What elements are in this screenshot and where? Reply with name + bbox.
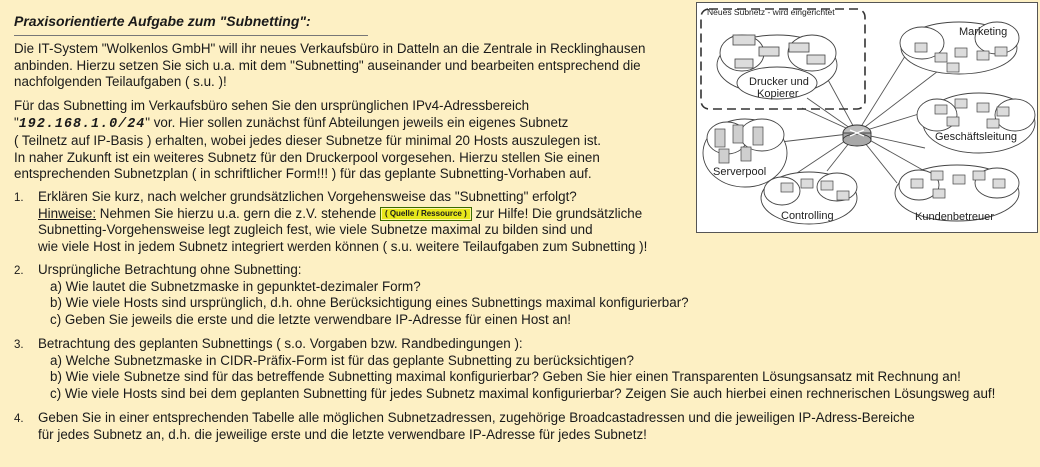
printer-label-1: Drucker und <box>749 76 809 88</box>
intro-paragraph: Die IT-System "Wolkenlos GmbH" will ihr … <box>14 41 645 91</box>
scenario-line-ip: "192.168.1.0/24" vor. Hier sollen zunäch… <box>14 115 601 134</box>
task-3: 3. Betrachtung des geplanten Subnettings… <box>14 336 995 402</box>
task-number: 1. <box>14 192 24 204</box>
title-rule <box>14 35 368 36</box>
management-label: Geschäftsleitung <box>935 131 1017 143</box>
hint-label: Hinweise: <box>38 205 97 221</box>
task-line: Geben Sie in einer entsprechenden Tabell… <box>38 410 915 425</box>
intro-line: anbinden. Hierzu setzen Sie sich u.a. mi… <box>14 57 641 73</box>
scenario-paragraph: Für das Subnetting im Verkaufsbüro sehen… <box>14 98 601 183</box>
hint-text: Nehmen Sie hierzu u.a. gern die z.V. ste… <box>96 205 380 221</box>
hint-line: Hinweise: Nehmen Sie hierzu u.a. gern di… <box>38 206 647 223</box>
task-2: 2. Ursprüngliche Betrachtung ohne Subnet… <box>14 262 689 328</box>
task-line: für jedes Subnetz an, d.h. die jeweilige… <box>38 426 647 442</box>
scenario-line: entsprechenden Subnetzplan ( in schriftl… <box>14 166 592 182</box>
intro-line: Die IT-System "Wolkenlos GmbH" will ihr … <box>14 41 646 56</box>
hint-text: zur Hilfe! Die grundsätzliche <box>471 205 643 221</box>
cloud-management <box>916 92 1036 154</box>
task-line: Erklären Sie kurz, nach welcher grundsät… <box>38 189 577 204</box>
task-number: 4. <box>14 413 24 425</box>
scenario-line: In naher Zukunft ist ein weiteres Subnet… <box>14 149 600 165</box>
task-line: wie viele Host in jedem Subnetz integrie… <box>38 238 648 254</box>
subtask-a: a) Welche Subnetzmaske in CIDR-Präfix-Fo… <box>50 352 635 368</box>
network-diagram: Neues Subnetz - wird eingerichtet Drucke… <box>696 2 1038 233</box>
subtask-b: b) Wie viele Subnetze sind für das betre… <box>50 369 961 385</box>
subtask-b: b) Wie viele Hosts sind ursprünglich, d.… <box>50 295 689 311</box>
task-number: 3. <box>14 339 24 351</box>
task-line: Subnetting-Vorgehensweise legt zugleich … <box>38 222 593 238</box>
subtask-c: c) Geben Sie jeweils die erste und die l… <box>50 311 572 327</box>
scenario-text: " vor. Hier sollen zunächst fünf Abteilu… <box>145 114 569 130</box>
serverpool-label: Serverpool <box>713 166 766 178</box>
task-number: 2. <box>14 265 24 277</box>
customer-service-label: Kundenbetreuer <box>915 211 994 223</box>
router-icon <box>842 124 872 147</box>
scenario-line: ( Teilnetz auf IP-Basis ) erhalten, wobe… <box>14 133 602 149</box>
intro-line: nachfolgenden Teilaufgaben ( s.u. )! <box>14 74 227 90</box>
controlling-label: Controlling <box>781 210 834 222</box>
task-line: Ursprüngliche Betrachtung ohne Subnettin… <box>38 262 302 277</box>
printer-label-2: Kopierer <box>757 88 799 100</box>
task-4: 4. Geben Sie in einer entsprechenden Tab… <box>14 410 915 443</box>
subtask-c: c) Wie viele Hosts sind bei dem geplante… <box>50 385 996 401</box>
source-resource-button[interactable]: ( Quelle / Ressource ) <box>379 206 472 221</box>
subtask-a: a) Wie lautet die Subnetzmaske in gepunk… <box>50 278 421 294</box>
new-subnet-label: Neues Subnetz - wird eingerichtet <box>707 7 835 17</box>
ip-range: 192.168.1.0/24 <box>18 116 146 132</box>
marketing-label: Marketing <box>959 26 1007 38</box>
task-1: 1. Erklären Sie kurz, nach welcher grund… <box>14 189 647 255</box>
scenario-line: Für das Subnetting im Verkaufsbüro sehen… <box>14 98 530 113</box>
page-title: Praxisorientierte Aufgabe zum "Subnettin… <box>14 13 311 29</box>
task-line: Betrachtung des geplanten Subnettings ( … <box>38 336 523 351</box>
